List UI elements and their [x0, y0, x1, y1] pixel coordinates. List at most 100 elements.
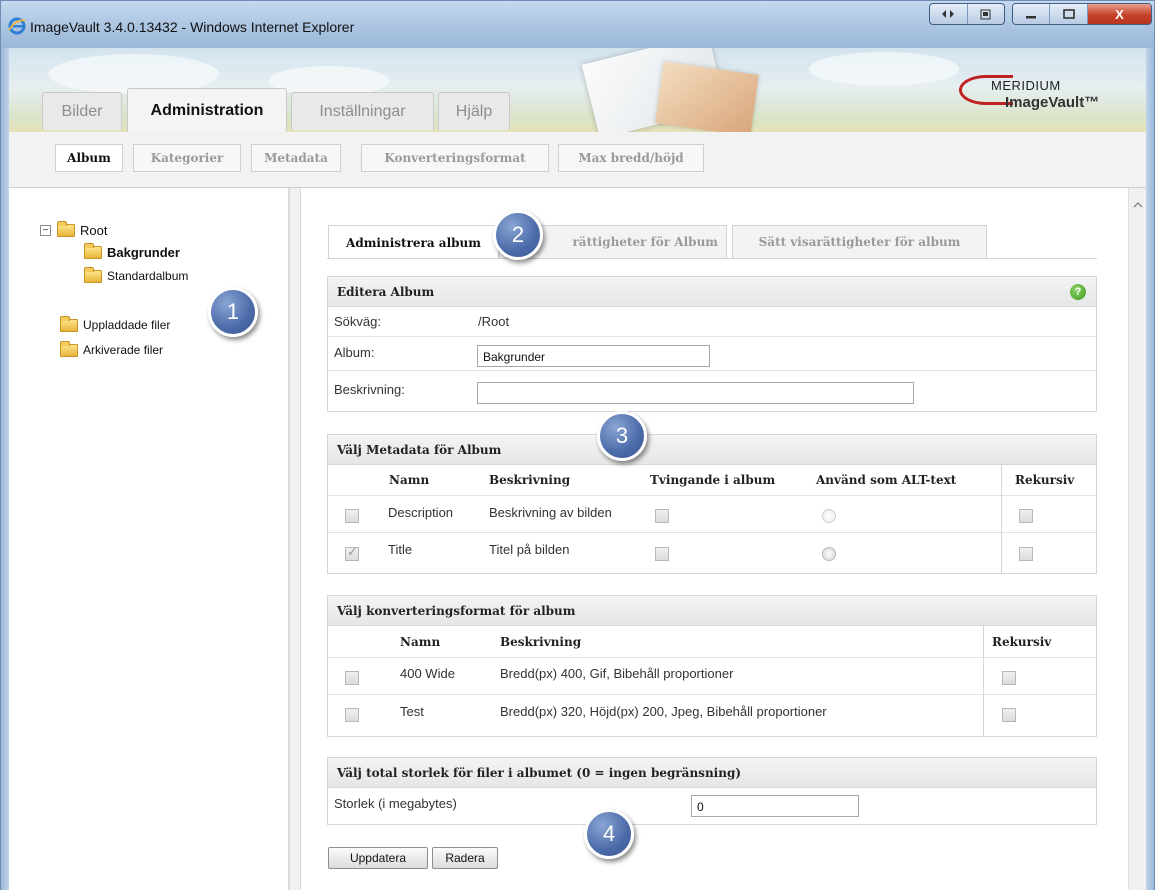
section-header: Välj total storlek för filer i albumet (…: [328, 758, 1096, 788]
metadata-name: Description: [388, 505, 454, 520]
close-icon: X: [1115, 6, 1124, 22]
section-header: Editera Album ?: [328, 277, 1096, 307]
window-extra-buttons: [929, 3, 1005, 25]
window-frame-right: [1146, 48, 1155, 890]
scroll-up-icon[interactable]: [1129, 198, 1147, 212]
mandatory-checkbox[interactable]: [655, 547, 669, 561]
archive-folder-icon: [60, 340, 78, 357]
path-label: Sökväg:: [334, 314, 381, 329]
maximize-icon: [1062, 9, 1075, 19]
section-title: Välj Metadata för Album: [337, 442, 502, 457]
tab-hjalp[interactable]: Hjälp: [438, 92, 510, 130]
collapse-icon[interactable]: −: [40, 225, 51, 236]
subtab-kategorier[interactable]: Kategorier: [133, 144, 241, 172]
tab-visarattigheter-album[interactable]: Sätt visarättigheter för album: [732, 225, 987, 258]
format-select-checkbox[interactable]: [345, 671, 359, 685]
subtab-max-bredd-hojd[interactable]: Max bredd/höjd: [558, 144, 704, 172]
help-icon[interactable]: ?: [1070, 284, 1086, 300]
update-button[interactable]: Uppdatera: [328, 847, 428, 869]
tree-item-label: Uppladdade filer: [83, 318, 171, 332]
tree-item-arkiverade-filer[interactable]: Arkiverade filer: [60, 340, 163, 357]
table-row: Description Beskrivning av bilden: [328, 496, 1096, 533]
folder-icon: [84, 243, 102, 259]
tab-bilder[interactable]: Bilder: [42, 92, 122, 130]
tab-administration[interactable]: Administration: [127, 88, 287, 132]
tab-label: Bilder: [61, 102, 103, 120]
subtab-label: Kategorier: [150, 151, 224, 165]
tree-item-uppladdade-filer[interactable]: Uppladdade filer: [60, 315, 171, 332]
tab-underline: [327, 258, 1097, 259]
metadata-description: Titel på bilden: [489, 542, 570, 557]
minimize-button[interactable]: [1013, 4, 1051, 24]
delete-button[interactable]: Radera: [432, 847, 498, 869]
section-header: Välj Metadata för Album: [328, 435, 1096, 465]
metadata-header-row: Namn Beskrivning Tvingande i album Använ…: [328, 465, 1096, 496]
maximize-button[interactable]: [1050, 4, 1088, 24]
description-label: Beskrivning:: [334, 382, 405, 397]
panel-splitter[interactable]: [289, 188, 301, 890]
tab-installningar[interactable]: Inställningar: [291, 92, 434, 130]
metadata-select-checkbox[interactable]: [345, 509, 359, 523]
tree-root[interactable]: − Root: [40, 221, 107, 238]
window-title: ImageVault 3.4.0.13432 - Windows Interne…: [30, 19, 355, 35]
brand-meridium: MERIDIUM: [991, 78, 1061, 93]
format-description: Bredd(px) 320, Höjd(px) 200, Jpeg, Bibeh…: [500, 704, 827, 719]
callout-badge-4: 4: [584, 809, 634, 859]
tree-item-label: Bakgrunder: [107, 245, 180, 260]
subtab-album[interactable]: Album: [55, 144, 123, 172]
tree-item-standardalbum[interactable]: Standardalbum: [84, 266, 188, 283]
upload-folder-icon: [60, 315, 78, 332]
format-select-checkbox[interactable]: [345, 708, 359, 722]
tab-label: Inställningar: [319, 102, 406, 120]
restore-page-button[interactable]: [968, 4, 1005, 24]
size-input[interactable]: 0: [691, 795, 859, 817]
table-row: Title Titel på bilden: [328, 533, 1096, 573]
subtab-konverteringsformat[interactable]: Konverteringsformat: [361, 144, 549, 172]
table-row: Test Bredd(px) 320, Höjd(px) 200, Jpeg, …: [328, 695, 1096, 736]
tab-administrera-album[interactable]: Administrera album: [328, 225, 499, 259]
alt-text-radio[interactable]: [822, 547, 836, 561]
recursive-checkbox[interactable]: [1019, 509, 1033, 523]
close-button[interactable]: X: [1087, 4, 1151, 24]
callout-badge-2: 2: [493, 210, 543, 260]
album-name-input[interactable]: Bakgrunder: [477, 345, 710, 367]
format-name: 400 Wide: [400, 666, 455, 681]
subtab-label: Konverteringsformat: [384, 151, 526, 165]
metadata-name: Title: [388, 542, 413, 557]
ie-logo-icon: [8, 17, 26, 35]
compat-view-button[interactable]: [930, 4, 968, 24]
tab-label: rättigheter för Album: [572, 235, 718, 249]
tab-label: Hjälp: [455, 102, 493, 120]
metadata-select-checkbox[interactable]: [345, 545, 359, 561]
recursive-checkbox[interactable]: [1019, 547, 1033, 561]
banner-photo-portrait: [655, 61, 759, 136]
column-header: Rekursiv: [1015, 473, 1075, 487]
recursive-checkbox[interactable]: [1002, 708, 1016, 722]
recursive-checkbox[interactable]: [1002, 671, 1016, 685]
path-value: /Root: [478, 314, 510, 329]
folder-open-icon: [57, 221, 75, 237]
format-name: Test: [400, 704, 424, 719]
minimize-icon: [1026, 16, 1037, 19]
tree-item-bakgrunder[interactable]: Bakgrunder: [84, 243, 180, 260]
mandatory-checkbox[interactable]: [655, 509, 669, 523]
subtab-metadata[interactable]: Metadata: [251, 144, 341, 172]
tab-label: Sätt visarättigheter för album: [758, 235, 961, 249]
vertical-scrollbar[interactable]: [1128, 188, 1146, 890]
folder-icon: [84, 266, 102, 283]
column-divider: [1001, 465, 1002, 573]
column-header: Använd som ALT-text: [816, 473, 957, 487]
column-header: Rekursiv: [992, 635, 1052, 649]
callout-badge-3: 3: [597, 411, 647, 461]
tab-label: Administrera album: [346, 235, 481, 250]
window-frame-left: [0, 48, 9, 890]
description-input[interactable]: [477, 382, 914, 404]
edit-album-section: Editera Album ? Sökväg: /Root Album: Bak…: [327, 276, 1097, 412]
compat-view-icon: [942, 10, 955, 18]
path-row: Sökväg: /Root: [328, 307, 1096, 337]
size-label: Storlek (i megabytes): [334, 796, 457, 811]
alt-text-radio[interactable]: [822, 509, 836, 523]
column-header: Tvingande i album: [650, 473, 776, 487]
size-section: Välj total storlek för filer i albumet (…: [327, 757, 1097, 825]
table-row: 400 Wide Bredd(px) 400, Gif, Bibehåll pr…: [328, 658, 1096, 695]
